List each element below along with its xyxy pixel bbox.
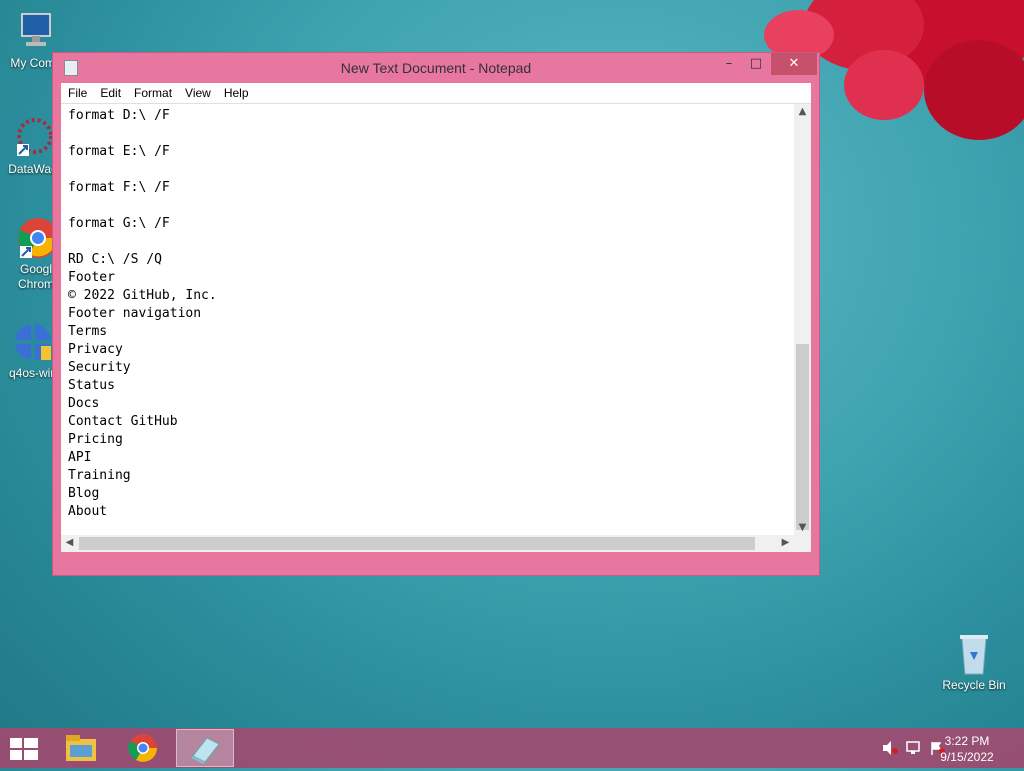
windows-logo-icon [10, 738, 38, 760]
notepad-icon [191, 737, 220, 764]
q4os-icon [11, 320, 55, 364]
menu-help[interactable]: Help [217, 83, 255, 100]
taskbar: 3:22 PM 9/15/2022 [0, 728, 1024, 768]
menu-format[interactable]: Format [127, 83, 178, 100]
start-button[interactable] [10, 738, 38, 760]
vertical-scrollbar[interactable]: ▲ ▼ [794, 104, 811, 535]
minimize-button[interactable]: – [715, 53, 743, 75]
file-explorer-icon [66, 735, 96, 761]
chrome-icon [128, 734, 157, 762]
menu-view[interactable]: View [178, 83, 217, 100]
menu-file[interactable]: File [61, 83, 93, 100]
clock[interactable]: 3:22 PM 9/15/2022 [932, 733, 1002, 765]
maximize-button[interactable]: □ [743, 53, 769, 75]
clock-date: 9/15/2022 [940, 750, 994, 764]
menu-edit[interactable]: Edit [93, 83, 127, 100]
vertical-scroll-thumb[interactable] [796, 344, 809, 530]
close-button[interactable]: ✕ [771, 53, 817, 75]
computer-icon [14, 10, 58, 54]
scroll-up-arrow-icon[interactable]: ▲ [794, 106, 811, 117]
taskbar-notepad[interactable] [176, 729, 234, 767]
system-tray: 3:22 PM 9/15/2022 [864, 728, 1024, 768]
menu-bar: File Edit Format View Help [61, 83, 811, 104]
recycle-bin-icon [952, 632, 996, 676]
datawag-icon [11, 116, 55, 160]
taskbar-file-explorer[interactable] [52, 729, 110, 767]
scroll-down-arrow-icon[interactable]: ▼ [794, 522, 811, 533]
volume-muted-icon[interactable] [882, 741, 898, 758]
horizontal-scroll-thumb[interactable] [79, 537, 755, 550]
network-icon[interactable] [906, 741, 922, 758]
clock-time: 3:22 PM [944, 734, 990, 748]
scroll-right-arrow-icon[interactable]: ▶ [777, 537, 794, 548]
window-title: New Text Document - Notepad [340, 60, 532, 76]
desktop-icon-label: Recycle Bin [942, 678, 1006, 692]
scroll-left-arrow-icon[interactable]: ◀ [61, 537, 78, 548]
title-bar[interactable]: New Text Document - Notepad – □ ✕ [53, 53, 819, 83]
desktop-icon-recycle-bin[interactable]: Recycle Bin [938, 632, 1010, 693]
horizontal-scrollbar[interactable]: ◀ ▶ [61, 535, 794, 552]
scrollbar-corner [794, 535, 811, 552]
notepad-window[interactable]: New Text Document - Notepad – □ ✕ File Ed… [52, 52, 820, 576]
text-editor[interactable]: format D:\ /F format E:\ /F format F:\ /… [61, 104, 811, 552]
taskbar-chrome[interactable] [114, 729, 172, 767]
document-text[interactable]: format D:\ /F format E:\ /F format F:\ /… [68, 107, 217, 521]
